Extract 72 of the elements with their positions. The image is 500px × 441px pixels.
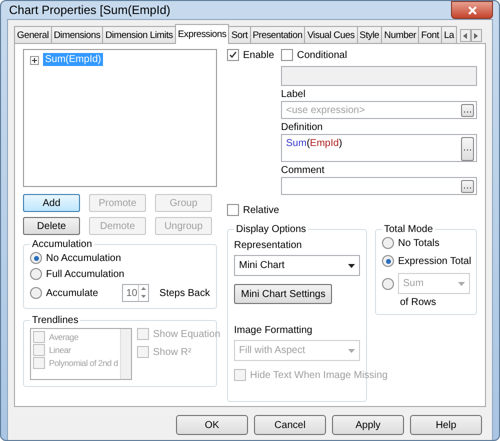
radio-button[interactable] [30, 268, 42, 280]
ellipsis-button[interactable] [461, 180, 474, 192]
option-label: of Rows [400, 297, 438, 308]
checkbox[interactable] [281, 49, 293, 61]
scroll-left-button[interactable] [460, 29, 471, 42]
radio-button[interactable] [30, 287, 42, 299]
radio-button[interactable] [382, 237, 394, 249]
definition-text: Sum(EmpId) [286, 138, 342, 149]
expand-icon[interactable] [30, 56, 39, 65]
condition-field[interactable] [281, 66, 477, 86]
caret-icon [348, 264, 355, 268]
option-label: No Accumulation [46, 252, 122, 264]
option-label: Expression Total [398, 256, 472, 266]
tab[interactable]: Expressions [174, 24, 230, 44]
field-label: Comment [281, 165, 326, 176]
comment-field[interactable] [281, 177, 477, 195]
caret-icon [458, 282, 465, 286]
tab[interactable]: Sort [228, 26, 251, 44]
tab[interactable]: Style [356, 26, 382, 44]
steps-spinner[interactable]: 10 [122, 284, 150, 302]
option-label: Accumulate [46, 288, 98, 298]
option-label: Hide Text When Image Missing [250, 370, 388, 380]
tab[interactable]: Dimensions [50, 26, 104, 44]
tab[interactable]: Font [418, 26, 442, 44]
dialog-button[interactable]: OK [176, 415, 248, 435]
action-button[interactable]: Add [23, 194, 80, 212]
right-arrow-icon [474, 32, 478, 38]
conditional-label: Conditional [297, 50, 348, 60]
representation-dropdown[interactable]: Mini Chart [234, 255, 360, 276]
definition-field[interactable]: Sum(EmpId) [281, 134, 477, 162]
field-label: Representation [234, 240, 303, 251]
dialog-button[interactable]: Cancel [254, 415, 326, 435]
group-title: Trendlines [31, 315, 80, 326]
tab[interactable]: Visual Cues [304, 26, 358, 44]
option-label: Show Equation [153, 328, 220, 340]
relative-label: Relative [243, 204, 280, 216]
caret-icon [348, 348, 355, 352]
trendline-label: Average [49, 332, 78, 342]
group-title: Total Mode [383, 224, 434, 235]
group-title: Display Options [235, 224, 308, 235]
option-label: No Totals [398, 238, 440, 248]
field-label: Label [281, 89, 306, 100]
field-label: Image Formatting [234, 325, 314, 336]
ellipsis-button[interactable] [461, 104, 474, 116]
radio-button[interactable] [382, 278, 394, 290]
tab[interactable]: General [14, 26, 52, 44]
option-label: Show R² [153, 346, 192, 358]
option-label: Full Accumulation [46, 268, 124, 280]
ellipsis-button[interactable] [461, 136, 474, 160]
tab[interactable]: Presentation [250, 26, 306, 44]
checkbox[interactable] [227, 204, 239, 216]
window-title: Chart Properties [Sum(EmpId) [8, 3, 170, 17]
radio-button[interactable] [382, 255, 394, 267]
trendline-label: Polynomial of 2nd d [49, 358, 118, 368]
close-icon [468, 6, 476, 14]
radio-button[interactable] [30, 252, 42, 264]
dialog-button[interactable]: Help [410, 415, 482, 435]
tab[interactable]: Number [381, 26, 420, 44]
mini-chart-settings-button[interactable]: Mini Chart Settings [234, 284, 332, 304]
checkbox[interactable] [227, 49, 239, 61]
group-title: Accumulation [31, 239, 94, 250]
close-button[interactable] [451, 1, 493, 19]
field-label: Definition [281, 122, 324, 133]
tab[interactable]: La [440, 26, 457, 44]
dialog-button[interactable]: Apply [332, 415, 404, 435]
enable-label: Enable [243, 50, 274, 60]
steps-label: Steps Back [159, 288, 210, 298]
action-button[interactable]: Delete [23, 217, 80, 235]
tab[interactable]: Dimension Limits [102, 26, 176, 44]
left-arrow-icon [463, 32, 468, 38]
scroll-right-button[interactable] [470, 29, 482, 42]
trendline-label: Linear [49, 345, 71, 355]
